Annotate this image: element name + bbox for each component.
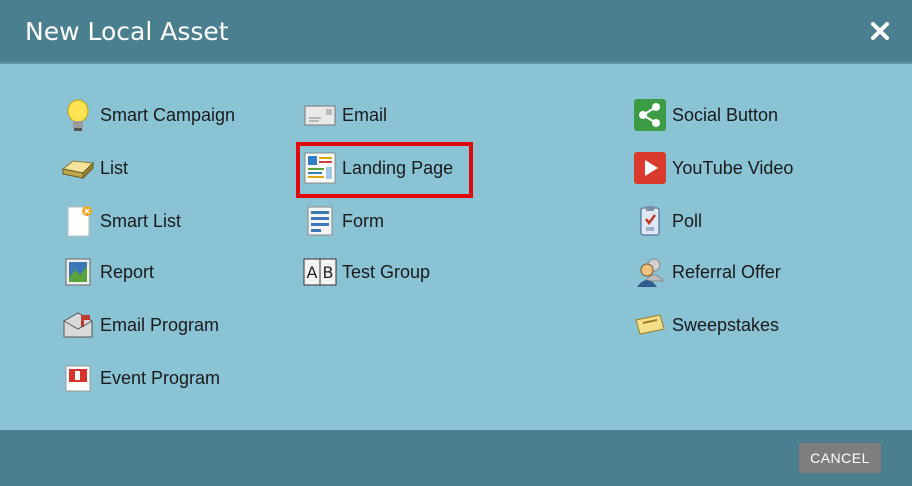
event-program-icon — [60, 360, 96, 396]
asset-list[interactable]: List — [60, 150, 128, 186]
asset-event-program[interactable]: Event Program — [60, 360, 220, 396]
email-program-icon — [60, 307, 96, 343]
dialog-header: New Local Asset — [0, 0, 912, 64]
svg-text:B: B — [323, 263, 334, 282]
lightbulb-icon — [60, 97, 96, 133]
youtube-icon — [632, 150, 668, 186]
asset-social-button[interactable]: Social Button — [632, 97, 778, 133]
test-group-icon: AB — [302, 254, 338, 290]
close-icon[interactable] — [868, 19, 892, 43]
asset-youtube-video[interactable]: YouTube Video — [632, 150, 793, 186]
new-local-asset-dialog: New Local Asset Smart Campaign List Smar… — [0, 0, 912, 486]
asset-sweepstakes[interactable]: Sweepstakes — [632, 307, 779, 343]
landing-page-icon — [302, 150, 338, 186]
svg-text:A: A — [307, 263, 318, 282]
asset-smart-campaign[interactable]: Smart Campaign — [60, 97, 235, 133]
dialog-title: New Local Asset — [25, 17, 229, 46]
asset-report[interactable]: Report — [60, 254, 154, 290]
email-icon — [302, 97, 338, 133]
asset-email-program[interactable]: Email Program — [60, 307, 219, 343]
referral-icon — [632, 254, 668, 290]
asset-email[interactable]: Email — [302, 97, 387, 133]
sweepstakes-icon — [632, 307, 668, 343]
asset-landing-page[interactable]: Landing Page — [302, 150, 453, 186]
asset-smart-list[interactable]: Smart List — [60, 203, 181, 239]
poll-icon — [632, 203, 668, 239]
asset-poll[interactable]: Poll — [632, 203, 702, 239]
share-icon — [632, 97, 668, 133]
form-icon — [302, 203, 338, 239]
smart-list-icon — [60, 203, 96, 239]
dialog-footer: CANCEL — [0, 430, 912, 486]
report-icon — [60, 254, 96, 290]
asset-form[interactable]: Form — [302, 203, 384, 239]
list-icon — [60, 150, 96, 186]
cancel-button[interactable]: CANCEL — [799, 443, 881, 473]
asset-test-group[interactable]: AB Test Group — [302, 254, 430, 290]
asset-referral-offer[interactable]: Referral Offer — [632, 254, 781, 290]
